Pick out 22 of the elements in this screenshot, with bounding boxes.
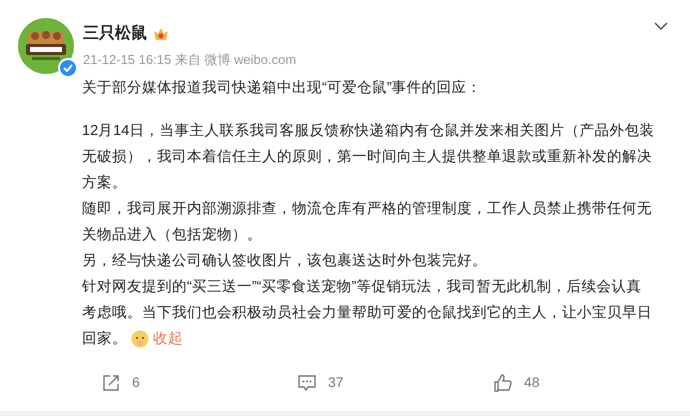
text-line: 关物品进入（包括宠物）。 (82, 226, 262, 245)
text-line: 随即，我司展开内部溯源排查，物流仓库有严格的管理制度，工作人员禁止携带任何无 (82, 200, 652, 219)
comment-icon[interactable] (298, 374, 316, 392)
account-name[interactable]: 三只松鼠 (83, 22, 147, 46)
emoji-icon (131, 330, 149, 348)
text-line: 方案。 (82, 174, 127, 193)
text-line: 关于部分媒体报道我司快递箱中出现“可爱仓鼠”事件的回应： (82, 78, 482, 98)
text-line: 针对网友提到的“买三送一”“买零食送宠物”等促销玩法，我司暂无此机制，后续会认真 (82, 278, 642, 297)
thumbs-up-icon[interactable] (494, 374, 512, 392)
action-count: 37 (328, 373, 344, 392)
text-line: 考虑哦。当下我们也会积极动员社会力量帮助可爱的仓鼠找到它的主人，让小宝贝早日 (82, 304, 652, 323)
avatar-logo[interactable] (18, 18, 74, 74)
text-line: 另，经与快递公司确认签收图片，该包裹送达时外包装完好。 (82, 252, 487, 271)
crown-icon (153, 27, 169, 41)
action-count: 48 (524, 373, 540, 392)
text-line: 回家。 (82, 330, 127, 349)
text-line: 12月14日，当事主人联系我司客服反馈称快递箱内有仓鼠并发来相关图片（产品外包装 (82, 122, 654, 141)
post-meta: 21-12-15 16:15 来自 微博 weibo.com (83, 51, 298, 69)
text-line: 无破损），我司本着信任主人的原则，第一时间向主人提供整单退款或重新补发的解决 (82, 148, 652, 167)
action-count: 6 (132, 373, 140, 392)
repost-icon[interactable] (102, 374, 120, 392)
chevron-down-icon[interactable] (654, 22, 668, 30)
